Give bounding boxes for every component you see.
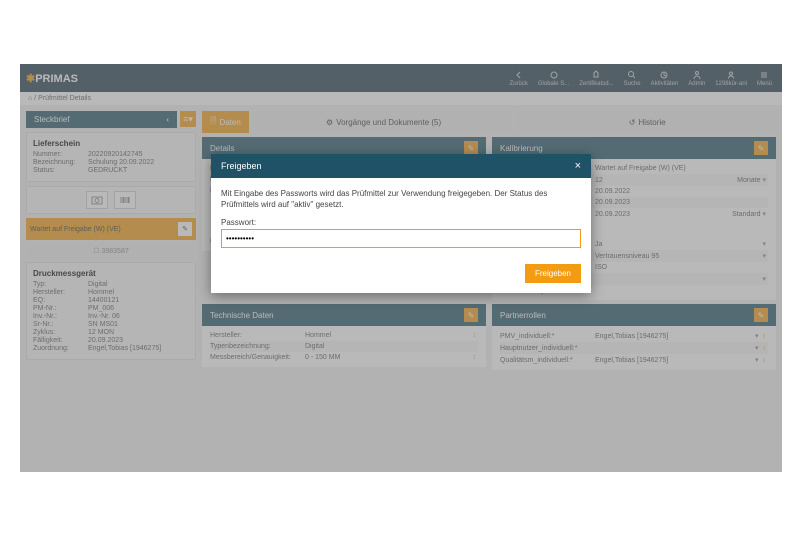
password-input[interactable] <box>221 229 581 248</box>
modal-text: Mit Eingabe des Passworts wird das Prüfm… <box>221 188 581 210</box>
close-icon[interactable]: × <box>575 160 581 172</box>
modal-title: Freigeben <box>221 161 262 171</box>
password-label: Passwort: <box>221 218 581 227</box>
modal-freigeben: Freigeben × Mit Eingabe des Passworts wi… <box>211 154 591 293</box>
freigeben-button[interactable]: Freigeben <box>525 264 581 283</box>
modal-overlay: Freigeben × Mit Eingabe des Passworts wi… <box>20 64 782 472</box>
